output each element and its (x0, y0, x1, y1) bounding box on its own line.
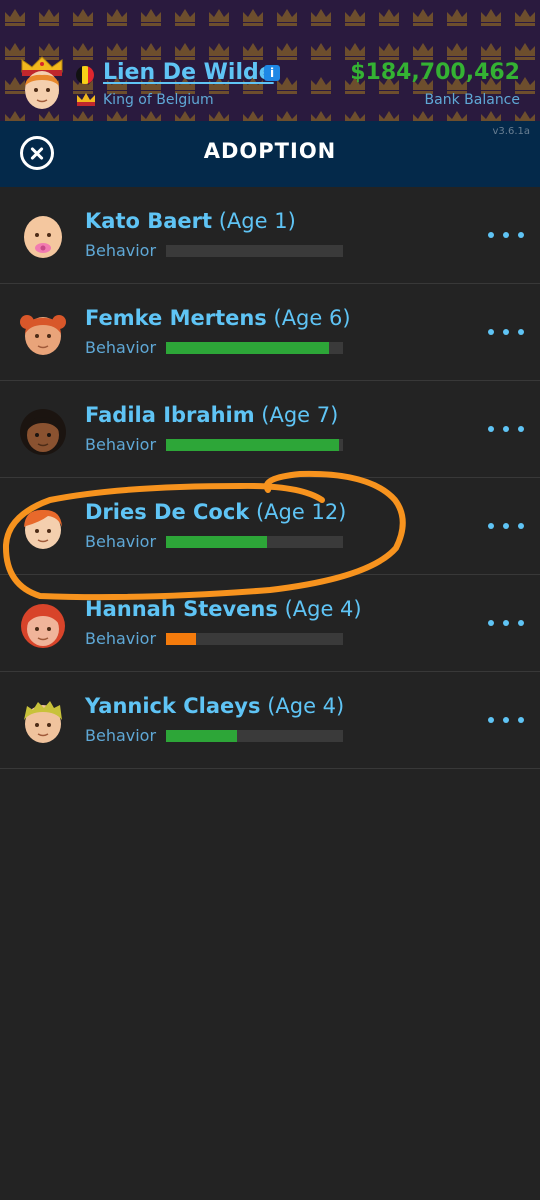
player-name-link[interactable]: Lien De Wilde (103, 60, 274, 85)
behavior-bar (166, 730, 343, 742)
child-age: (Age 1) (218, 209, 296, 233)
page-title: ADOPTION (203, 139, 337, 163)
behavior-bar-fill (166, 439, 340, 451)
bank-balance-label: Bank Balance (424, 92, 520, 108)
child-row[interactable]: Kato Baert (Age 1) Behavior (0, 187, 540, 284)
bank-balance-amount: $184,700,462 (350, 60, 520, 85)
crown-icon (77, 93, 95, 106)
baby-avatar-icon (24, 216, 62, 258)
behavior-label: Behavior (85, 532, 157, 551)
child-name: Fadila Ibrahim (85, 403, 255, 427)
info-icon[interactable]: i (264, 65, 280, 81)
child-name: Yannick Claeys (85, 694, 261, 718)
redhead-girl-avatar-icon (21, 604, 65, 648)
behavior-label: Behavior (85, 629, 157, 648)
dot-icon (518, 717, 524, 723)
child-row[interactable]: Hannah Stevens (Age 4) Behavior (0, 575, 540, 672)
dot-icon (488, 620, 494, 626)
child-age: (Age 6) (273, 306, 351, 330)
child-row[interactable]: Femke Mertens (Age 6) Behavior (0, 284, 540, 381)
behavior-bar (166, 536, 343, 548)
dot-icon (488, 329, 494, 335)
dot-icon (503, 426, 509, 432)
dot-icon (503, 329, 509, 335)
dot-icon (488, 523, 494, 529)
child-age: (Age 4) (284, 597, 362, 621)
more-options-button[interactable] (488, 322, 524, 342)
dot-icon (503, 620, 509, 626)
child-age: (Age 12) (255, 500, 347, 524)
child-name: Hannah Stevens (85, 597, 278, 621)
dot-icon (518, 523, 524, 529)
behavior-bar-fill (166, 536, 267, 548)
child-row[interactable]: Yannick Claeys (Age 4) Behavior (0, 672, 540, 769)
more-options-button[interactable] (488, 613, 524, 633)
player-avatar-icon[interactable] (14, 56, 70, 114)
behavior-label: Behavior (85, 241, 157, 260)
adoption-list: Kato Baert (Age 1) Behavior Femke Merten… (0, 187, 540, 769)
child-row[interactable]: Dries De Cock (Age 12) Behavior (0, 478, 540, 575)
more-options-button[interactable] (488, 419, 524, 439)
dot-icon (518, 620, 524, 626)
redhead-girl-avatar-icon (20, 315, 66, 355)
dot-icon (518, 329, 524, 335)
title-bar: ADOPTION v3.6.1a (0, 121, 540, 187)
behavior-bar-fill (166, 633, 197, 645)
behavior-label: Behavior (85, 338, 157, 357)
dot-icon (488, 717, 494, 723)
behavior-label: Behavior (85, 726, 157, 745)
dot-icon (503, 717, 509, 723)
dot-icon (488, 426, 494, 432)
behavior-bar (166, 439, 343, 451)
behavior-bar (166, 633, 343, 645)
child-age: (Age 7) (261, 403, 339, 427)
behavior-bar-fill (166, 730, 237, 742)
blond-boy-avatar-icon (24, 701, 62, 743)
redhead-boy-avatar-icon (24, 509, 62, 549)
child-name: Kato Baert (85, 209, 213, 233)
dot-icon (518, 426, 524, 432)
behavior-bar (166, 342, 343, 354)
dark-hair-girl-avatar-icon (20, 409, 66, 455)
child-name: Femke Mertens (85, 306, 267, 330)
behavior-bar-fill (166, 342, 329, 354)
belgium-flag-icon (76, 66, 94, 84)
profile-header: Lien De Wilde i King of Belgium $184,700… (0, 0, 540, 121)
dot-icon (488, 232, 494, 238)
version-label: v3.6.1a (492, 126, 531, 137)
dot-icon (518, 232, 524, 238)
more-options-button[interactable] (488, 516, 524, 536)
behavior-label: Behavior (85, 435, 157, 454)
player-title: King of Belgium (103, 92, 214, 108)
dot-icon (503, 232, 509, 238)
dot-icon (503, 523, 509, 529)
child-age: (Age 4) (267, 694, 345, 718)
child-row[interactable]: Fadila Ibrahim (Age 7) Behavior (0, 381, 540, 478)
more-options-button[interactable] (488, 710, 524, 730)
child-name: Dries De Cock (85, 500, 250, 524)
behavior-bar (166, 245, 343, 257)
more-options-button[interactable] (488, 225, 524, 245)
